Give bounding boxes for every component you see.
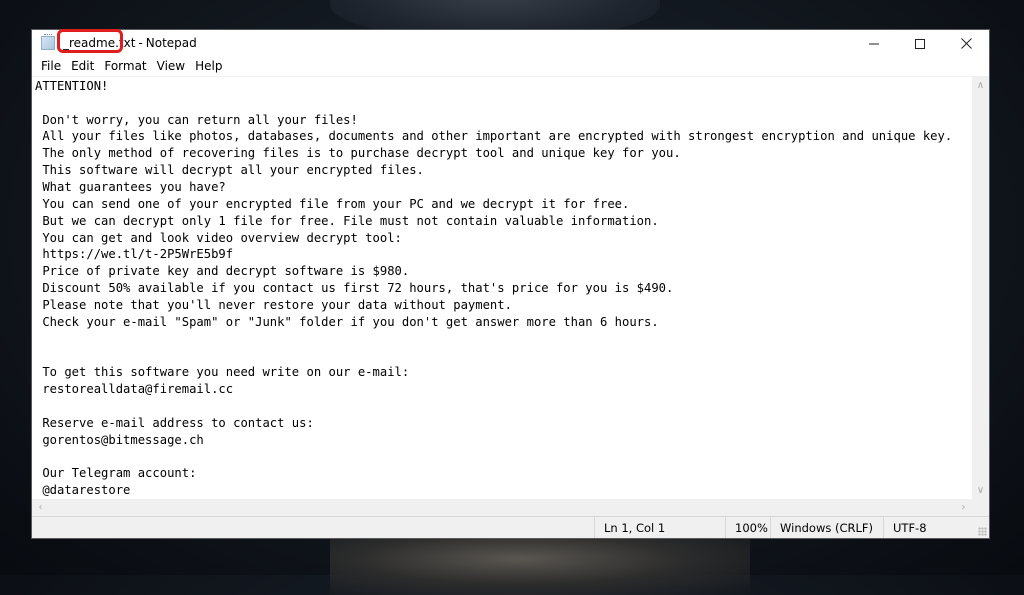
resize-grip-icon[interactable] — [978, 527, 987, 536]
status-cursor-position: Ln 1, Col 1 — [594, 517, 725, 538]
window-title: _readme.txt - Notepad — [57, 29, 197, 54]
text-editor[interactable]: ATTENTION! Don't worry, you can return a… — [32, 77, 972, 499]
scroll-down-arrow-icon[interactable]: ∨ — [972, 482, 989, 499]
status-bar: Ln 1, Col 1 100% Windows (CRLF) UTF-8 — [32, 516, 989, 538]
scroll-left-arrow-icon[interactable]: ‹ — [32, 499, 49, 516]
menu-bar: File Edit Format View Help — [32, 57, 989, 76]
text-line: Check your e-mail "Spam" or "Junk" folde… — [35, 314, 659, 329]
text-line: ATTENTION! — [35, 78, 109, 93]
menu-help[interactable]: Help — [190, 57, 227, 76]
status-zoom: 100% — [725, 517, 770, 538]
minimize-icon — [869, 43, 879, 44]
menu-edit[interactable]: Edit — [66, 57, 99, 76]
text-line: Don't worry, you can return all your fil… — [35, 112, 358, 127]
close-icon — [960, 38, 972, 49]
minimize-button[interactable] — [851, 30, 897, 57]
close-button[interactable] — [943, 30, 989, 57]
text-line: Price of private key and decrypt softwar… — [35, 264, 410, 279]
title-separator: - — [138, 36, 143, 51]
text-line — [35, 331, 972, 348]
text-line: But we can decrypt only 1 file for free.… — [35, 213, 659, 228]
title-app-name: Notepad — [145, 36, 197, 51]
desktop-wallpaper-bottom — [330, 535, 750, 595]
title-bar[interactable]: _readme.txt - Notepad — [32, 29, 989, 57]
maximize-button[interactable] — [897, 30, 943, 57]
vertical-scrollbar[interactable]: ∧ ∨ — [972, 76, 989, 499]
text-line — [35, 398, 972, 415]
text-line: restorealldata@firemail.cc — [35, 382, 234, 397]
text-line — [35, 448, 972, 465]
notepad-app-icon[interactable] — [41, 34, 55, 51]
menu-file[interactable]: File — [36, 57, 66, 76]
text-line: To get this software you need write on o… — [35, 365, 410, 380]
text-line: @datarestore — [35, 483, 131, 498]
text-line: This software will decrypt all your encr… — [35, 163, 424, 178]
text-line: gorentos@bitmessage.ch — [35, 432, 204, 447]
scroll-up-arrow-icon[interactable]: ∧ — [972, 77, 989, 94]
text-line: All your files like photos, databases, d… — [35, 129, 953, 144]
scrollbar-corner — [972, 499, 989, 516]
menu-format[interactable]: Format — [99, 57, 151, 76]
text-line — [35, 347, 972, 364]
scroll-right-arrow-icon[interactable]: › — [955, 499, 972, 516]
horizontal-scrollbar[interactable]: ‹ › — [32, 499, 989, 516]
text-line: Please note that you'll never restore yo… — [35, 297, 512, 312]
menu-view[interactable]: View — [152, 57, 190, 76]
maximize-icon — [915, 38, 925, 49]
text-line: Discount 50% available if you contact us… — [35, 281, 674, 296]
status-encoding: UTF-8 — [883, 517, 989, 538]
text-line: The only method of recovering files is t… — [35, 146, 681, 161]
text-line: Our Telegram account: — [35, 466, 197, 481]
status-line-ending: Windows (CRLF) — [770, 517, 883, 538]
text-line — [35, 95, 972, 112]
text-line: You can get and look video overview decr… — [35, 230, 402, 245]
text-line: Reserve e-mail address to contact us: — [35, 415, 314, 430]
text-line: What guarantees you have? — [35, 179, 226, 194]
red-highlight-annotation — [57, 29, 123, 54]
editor-area: ATTENTION! Don't worry, you can return a… — [32, 75, 989, 499]
window-controls — [851, 30, 989, 57]
notepad-window: _readme.txt - Notepad File Edit Format V… — [31, 29, 990, 539]
text-line: https://we.tl/t-2P5WrE5b9f — [35, 247, 234, 262]
text-line: You can send one of your encrypted file … — [35, 196, 630, 211]
